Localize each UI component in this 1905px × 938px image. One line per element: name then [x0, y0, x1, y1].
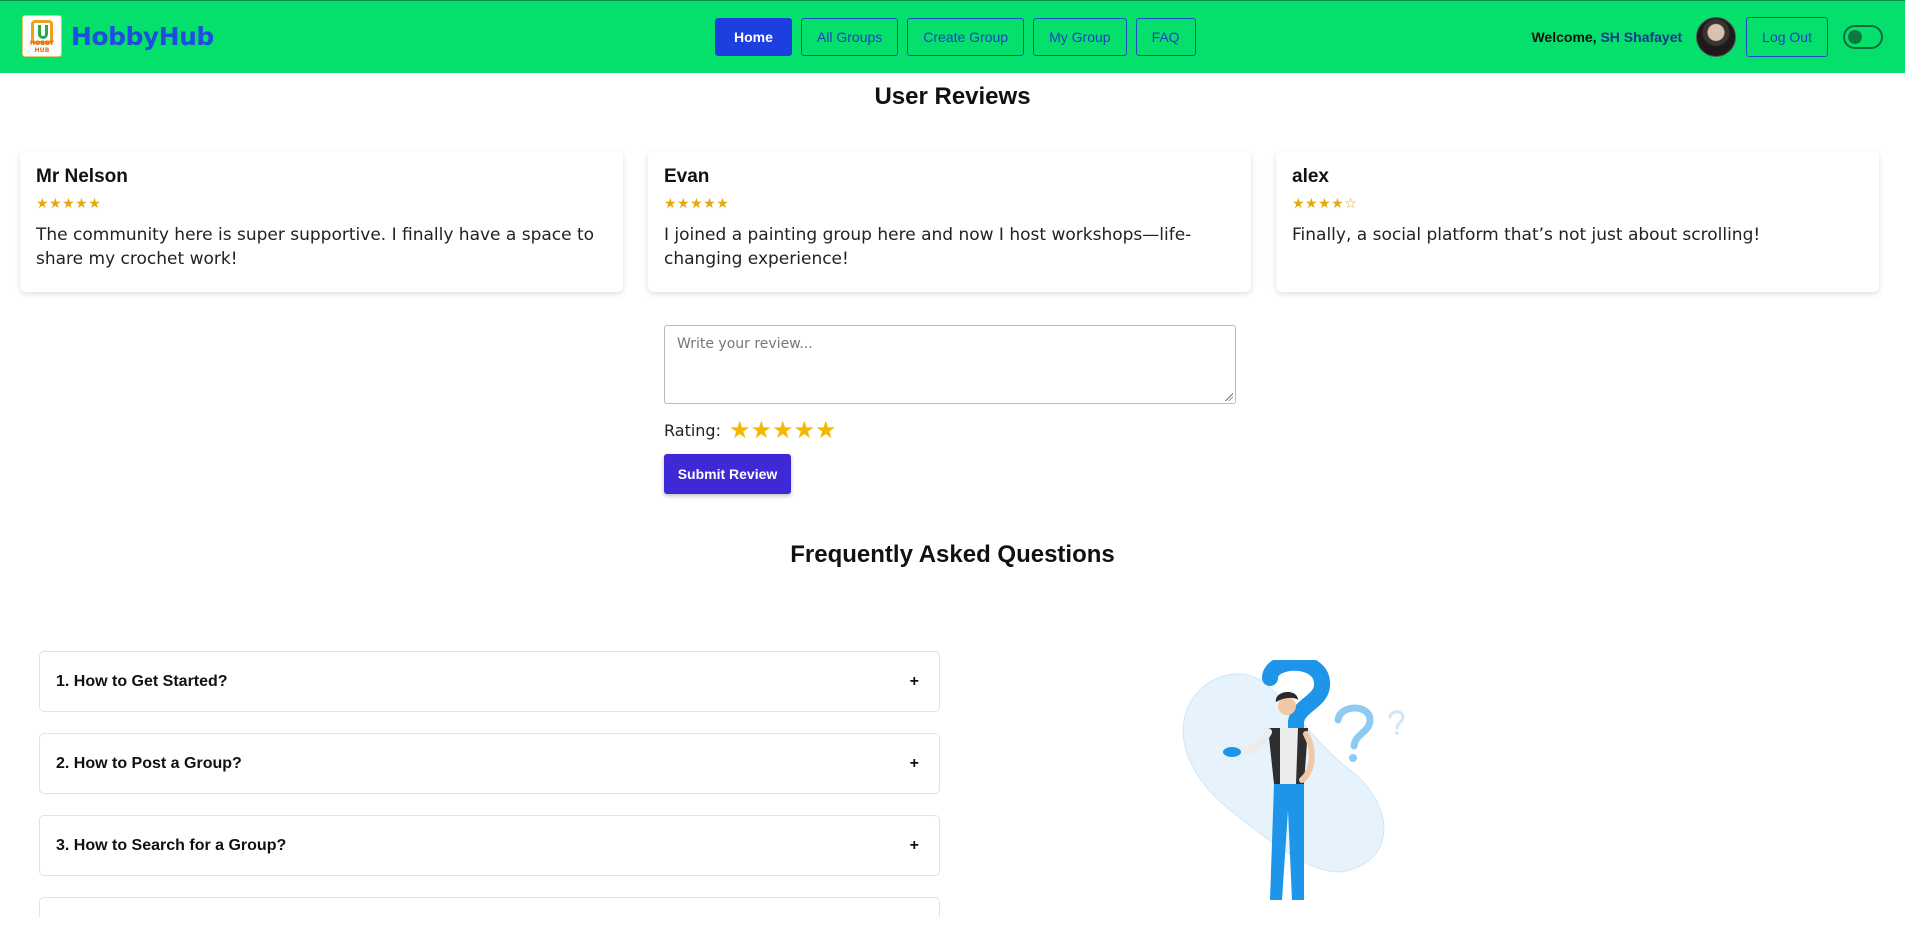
review-text: I joined a painting group here and now I… — [664, 225, 1192, 269]
brand-logo[interactable]: HOBBY HUB HobbyHub — [22, 15, 214, 57]
reviewer-name: Mr Nelson — [36, 166, 128, 187]
nav-all-groups-button[interactable]: All Groups — [800, 18, 899, 56]
rating-label: Rating: — [664, 420, 721, 440]
nav-my-group-button[interactable]: My Group — [1033, 18, 1127, 56]
rating-star-2-icon[interactable]: ★ — [751, 418, 773, 442]
faq-title: Frequently Asked Questions — [790, 541, 1115, 568]
avatar[interactable] — [1696, 17, 1737, 57]
nav-create-group-button[interactable]: Create Group — [907, 18, 1025, 56]
rating-star-1-icon[interactable]: ★ — [729, 418, 751, 442]
review-placeholder: Write your review... — [677, 336, 813, 352]
faq-item[interactable]: 1. How to Get Started? + — [39, 651, 940, 712]
rating-star-5-icon[interactable]: ★ — [815, 418, 837, 442]
hobbyhub-logo-icon: HOBBY HUB — [22, 15, 62, 57]
rating-star-4-icon[interactable]: ★ — [794, 418, 816, 442]
plus-icon[interactable]: + — [910, 673, 919, 691]
reviewer-name: Evan — [664, 166, 710, 187]
faq-item[interactable]: 2. How to Post a Group? + — [39, 733, 940, 794]
navbar: HOBBY HUB HobbyHub Home All Groups Creat… — [0, 0, 1905, 73]
plus-icon[interactable]: + — [910, 837, 919, 855]
main-nav: Home All Groups Create Group My Group FA… — [715, 18, 1196, 56]
review-stars: ★★★★★ — [36, 196, 102, 212]
user-name: SH Shafayet — [1600, 29, 1683, 45]
review-textarea[interactable]: Write your review... — [664, 325, 1236, 404]
resize-handle-icon[interactable] — [1225, 393, 1233, 401]
rating-row: Rating: ★ ★ ★ ★ ★ — [664, 418, 1236, 442]
nav-faq-button[interactable]: FAQ — [1135, 18, 1196, 56]
faq-question: 3. How to Search for a Group? — [56, 836, 287, 854]
welcome-prefix: Welcome, — [1531, 29, 1597, 45]
user-area: Welcome, SH Shafayet Log Out — [1531, 16, 1905, 58]
submit-review-button[interactable]: Submit Review — [664, 454, 791, 494]
faq-question: 1. How to Get Started? — [56, 672, 228, 690]
plus-icon[interactable]: + — [910, 755, 919, 773]
reviews-list: Mr Nelson ★★★★★ The community here is su… — [20, 151, 1879, 292]
logout-button[interactable]: Log Out — [1746, 17, 1828, 57]
nav-home-button[interactable]: Home — [715, 18, 792, 56]
review-form: Write your review... Rating: ★ ★ ★ ★ ★ S… — [664, 325, 1236, 494]
faq-item[interactable] — [39, 897, 940, 917]
review-card: Mr Nelson ★★★★★ The community here is su… — [20, 151, 623, 292]
faq-item[interactable]: 3. How to Search for a Group? + — [39, 815, 940, 876]
review-stars: ★★★★★ — [664, 196, 730, 212]
review-stars: ★★★★☆ — [1292, 196, 1358, 212]
reviewer-name: alex — [1292, 166, 1329, 187]
faq-list: 1. How to Get Started? + 2. How to Post … — [39, 651, 940, 938]
review-text: The community here is super supportive. … — [36, 225, 595, 269]
welcome-text: Welcome, SH Shafayet — [1531, 29, 1682, 45]
theme-toggle[interactable] — [1843, 25, 1883, 49]
review-card: alex ★★★★☆ Finally, a social platform th… — [1276, 151, 1879, 292]
reviews-title: User Reviews — [874, 83, 1031, 110]
question-person-illustration — [1182, 660, 1405, 900]
brand-name: HobbyHub — [71, 21, 214, 51]
rating-star-3-icon[interactable]: ★ — [772, 418, 794, 442]
review-card: Evan ★★★★★ I joined a painting group her… — [648, 151, 1251, 292]
toggle-knob — [1848, 30, 1862, 44]
faq-question: 2. How to Post a Group? — [56, 754, 242, 772]
review-text: Finally, a social platform that’s not ju… — [1292, 225, 1761, 245]
